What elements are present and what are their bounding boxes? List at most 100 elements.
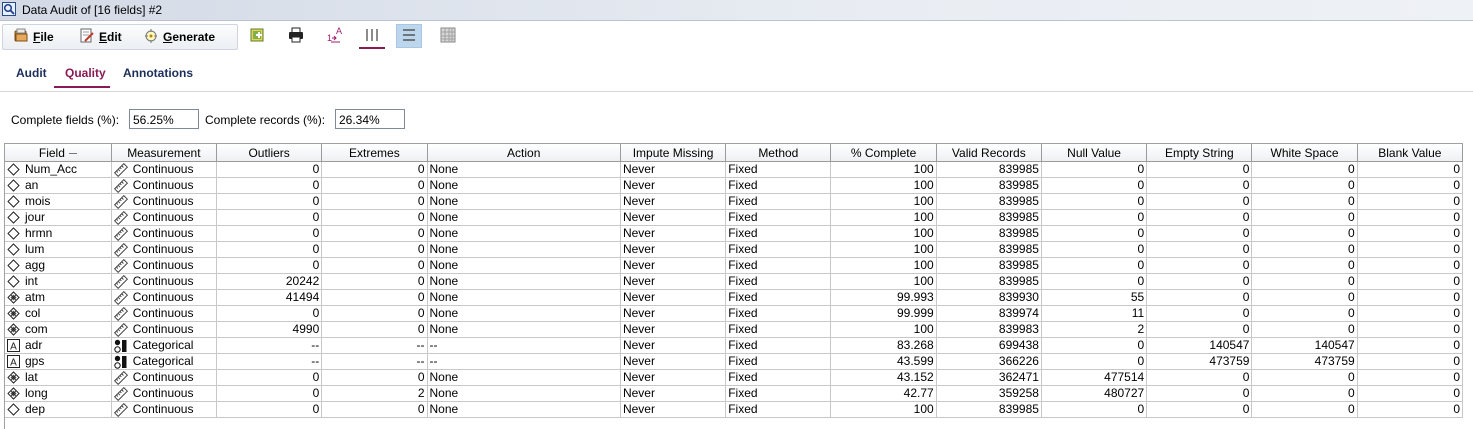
action-cell[interactable]: None <box>427 257 621 274</box>
extremes-cell[interactable]: 0 <box>321 225 428 242</box>
action-cell[interactable]: None <box>427 225 621 242</box>
column-header-extremes[interactable]: Extremes <box>321 144 428 162</box>
impute-missing-cell[interactable]: Never <box>620 273 727 290</box>
outliers-cell[interactable]: 4990 <box>216 321 323 338</box>
impute-missing-cell[interactable]: Never <box>620 257 727 274</box>
measurement-cell[interactable]: Categorical <box>111 337 218 354</box>
complete-fields-field[interactable]: 56.25% <box>129 109 199 129</box>
extremes-cell[interactable]: 0 <box>321 305 428 322</box>
measurement-cell[interactable]: Continuous <box>111 401 218 418</box>
impute-missing-cell[interactable]: Never <box>620 193 727 210</box>
action-cell[interactable]: None <box>427 241 621 258</box>
extremes-cell[interactable]: 0 <box>321 241 428 258</box>
field-cell[interactable]: dep <box>5 401 112 418</box>
outliers-cell[interactable]: 0 <box>216 161 323 178</box>
action-cell[interactable]: None <box>427 209 621 226</box>
impute-missing-cell[interactable]: Never <box>620 401 727 418</box>
outliers-cell[interactable]: 0 <box>216 257 323 274</box>
table-row[interactable]: Num_Acc Continuous 0 0 None Never Fixed 100 8399… <box>5 161 1464 178</box>
field-cell[interactable]: mois <box>5 193 112 210</box>
tab-annotations[interactable]: Annotations <box>123 66 193 80</box>
action-cell[interactable]: None <box>427 369 621 386</box>
action-cell[interactable]: -- <box>427 337 621 354</box>
field-cell[interactable]: com <box>5 321 112 338</box>
action-cell[interactable]: None <box>427 401 621 418</box>
table-row[interactable]: com Continuous 4990 0 None Never Fixed 100 83998… <box>5 321 1464 338</box>
method-cell[interactable]: Fixed <box>725 273 832 290</box>
outliers-cell[interactable]: 0 <box>216 369 323 386</box>
extremes-cell[interactable]: 0 <box>321 273 428 290</box>
field-cell[interactable]: lat <box>5 369 112 386</box>
extremes-cell[interactable]: -- <box>321 337 428 354</box>
action-cell[interactable]: None <box>427 177 621 194</box>
impute-missing-cell[interactable]: Never <box>620 225 727 242</box>
table-row[interactable]: lat Continuous 0 0 None Never Fixed 43.152 36247… <box>5 369 1464 386</box>
table-row[interactable]: jour Continuous 0 0 None Never Fixed 100 839985 0… <box>5 209 1464 226</box>
outliers-cell[interactable]: 0 <box>216 401 323 418</box>
table-row[interactable]: atm Continuous 41494 0 None Never Fixed 99.993 8… <box>5 289 1464 306</box>
field-cell[interactable]: Num_Acc <box>5 161 112 178</box>
measurement-cell[interactable]: Continuous <box>111 273 218 290</box>
measurement-cell[interactable]: Continuous <box>111 369 218 386</box>
measurement-cell[interactable]: Categorical <box>111 353 218 370</box>
method-cell[interactable]: Fixed <box>725 193 832 210</box>
table-row[interactable]: agg Continuous 0 0 None Never Fixed 100 839985 0 0… <box>5 257 1464 274</box>
field-cell[interactable]: long <box>5 385 112 402</box>
method-cell[interactable]: Fixed <box>725 257 832 274</box>
outliers-cell[interactable]: 0 <box>216 241 323 258</box>
measurement-cell[interactable]: Continuous <box>111 209 218 226</box>
action-cell[interactable]: None <box>427 305 621 322</box>
field-cell[interactable]: hrmn <box>5 225 112 242</box>
generate-menu[interactable]: Generate <box>143 28 215 46</box>
table-row[interactable]: Agps Categorical -- -- -- Never Fixed 43.599 366… <box>5 353 1464 370</box>
column-header-valid-records[interactable]: Valid Records <box>936 144 1042 162</box>
column-header-method[interactable]: Method <box>725 144 832 162</box>
sort-button[interactable]: 1A <box>322 24 348 48</box>
action-cell[interactable]: None <box>427 385 621 402</box>
method-cell[interactable]: Fixed <box>725 385 832 402</box>
extremes-cell[interactable]: 0 <box>321 321 428 338</box>
measurement-cell[interactable]: Continuous <box>111 177 218 194</box>
field-cell[interactable]: int <box>5 273 112 290</box>
grid-view-button[interactable] <box>435 24 461 48</box>
impute-missing-cell[interactable]: Never <box>620 241 727 258</box>
complete-records-field[interactable]: 26.34% <box>335 109 405 129</box>
outliers-cell[interactable]: 0 <box>216 209 323 226</box>
method-cell[interactable]: Fixed <box>725 177 832 194</box>
extremes-cell[interactable]: 0 <box>321 257 428 274</box>
impute-missing-cell[interactable]: Never <box>620 385 727 402</box>
column-header-field[interactable]: Field <box>5 144 112 162</box>
method-cell[interactable]: Fixed <box>725 289 832 306</box>
extremes-cell[interactable]: 0 <box>321 177 428 194</box>
measurement-cell[interactable]: Continuous <box>111 161 218 178</box>
method-cell[interactable]: Fixed <box>725 305 832 322</box>
file-menu[interactable]: File <box>13 28 54 46</box>
column-header-percent-complete[interactable]: % Complete <box>830 144 937 162</box>
table-row[interactable]: an Continuous 0 0 None Never Fixed 100 839985 0 0 0… <box>5 177 1464 194</box>
action-cell[interactable]: None <box>427 273 621 290</box>
method-cell[interactable]: Fixed <box>725 209 832 226</box>
action-cell[interactable]: None <box>427 193 621 210</box>
outliers-cell[interactable]: 0 <box>216 305 323 322</box>
tab-audit[interactable]: Audit <box>16 66 47 80</box>
action-cell[interactable]: None <box>427 321 621 338</box>
outliers-cell[interactable]: -- <box>216 337 323 354</box>
outliers-cell[interactable]: 20242 <box>216 273 323 290</box>
edit-menu[interactable]: Edit <box>79 28 122 46</box>
rows-view-button[interactable] <box>396 24 422 48</box>
measurement-cell[interactable]: Continuous <box>111 257 218 274</box>
extremes-cell[interactable]: 0 <box>321 209 428 226</box>
outliers-cell[interactable]: 0 <box>216 225 323 242</box>
field-cell[interactable]: lum <box>5 241 112 258</box>
measurement-cell[interactable]: Continuous <box>111 225 218 242</box>
tab-quality[interactable]: Quality <box>65 66 106 80</box>
outliers-cell[interactable]: 41494 <box>216 289 323 306</box>
method-cell[interactable]: Fixed <box>725 401 832 418</box>
column-header-empty-string[interactable]: Empty String <box>1146 144 1253 162</box>
method-cell[interactable]: Fixed <box>725 337 832 354</box>
measurement-cell[interactable]: Continuous <box>111 321 218 338</box>
method-cell[interactable]: Fixed <box>725 369 832 386</box>
method-cell[interactable]: Fixed <box>725 353 832 370</box>
outliers-cell[interactable]: 0 <box>216 193 323 210</box>
outliers-cell[interactable]: 0 <box>216 177 323 194</box>
